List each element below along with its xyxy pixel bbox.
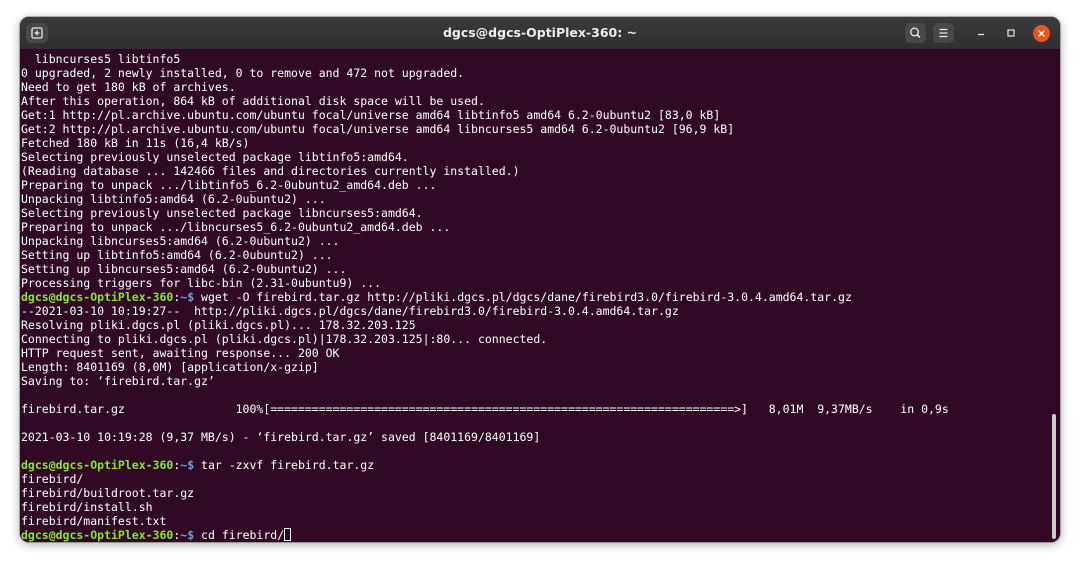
output-text: Unpacking libtinfo5:amd64 (6.2-0ubuntu2)… (21, 192, 326, 206)
output-text: After this operation, 864 kB of addition… (21, 94, 485, 108)
prompt-user-host: dgcs@dgcs-OptiPlex-360 (21, 528, 174, 542)
output-line: libncurses5 libtinfo5 (21, 52, 949, 66)
output-text: Get:2 http://pl.archive.ubuntu.com/ubunt… (21, 122, 735, 136)
output-text: Selecting previously unselected package … (21, 150, 409, 164)
close-button[interactable] (1033, 25, 1050, 42)
output-text: Setting up libncurses5:amd64 (6.2-0ubunt… (21, 262, 347, 276)
output-line: firebird.tar.gz 100%[===================… (21, 402, 949, 416)
output-line: --2021-03-10 10:19:27-- http://pliki.dgc… (21, 304, 949, 318)
search-icon (909, 27, 921, 39)
minimize-icon (978, 33, 984, 36)
command-line: dgcs@dgcs-OptiPlex-360:~$ tar -zxvf fire… (21, 458, 949, 472)
output-line: Saving to: ‘firebird.tar.gz’ (21, 374, 949, 388)
terminal-output-area[interactable]: libncurses5 libtinfo5 0 upgraded, 2 newly… (20, 49, 1060, 542)
output-text: firebird/buildroot.tar.gz (21, 486, 195, 500)
terminal-window: dgcs@dgcs-OptiPlex-360: ~ libncurses5 li… (20, 17, 1060, 542)
output-text: 2021-03-10 10:19:28 (9,37 MB/s) - ‘fireb… (21, 430, 541, 444)
output-text: firebird/install.sh (21, 500, 153, 514)
output-line: Processing triggers for libc-bin (2.31-0… (21, 276, 949, 290)
maximize-button[interactable] (1003, 25, 1019, 41)
output-line: Setting up libtinfo5:amd64 (6.2-0ubuntu2… (21, 248, 949, 262)
output-text: 0 upgraded, 2 newly installed, 0 to remo… (21, 66, 465, 80)
output-line: Unpacking libtinfo5:amd64 (6.2-0ubuntu2)… (21, 192, 949, 206)
command-input[interactable]: cd firebird/ (194, 528, 284, 542)
output-line: Setting up libncurses5:amd64 (6.2-0ubunt… (21, 262, 949, 276)
output-line: Preparing to unpack .../libtinfo5_6.2-0u… (21, 178, 949, 192)
hamburger-menu-icon (939, 28, 948, 38)
output-text: Resolving pliki.dgcs.pl (pliki.dgcs.pl).… (21, 318, 416, 332)
command-line: dgcs@dgcs-OptiPlex-360:~$ wget -O firebi… (21, 290, 949, 304)
command-text: wget -O firebird.tar.gz http://pliki.dgc… (194, 290, 852, 304)
output-text: Selecting previously unselected package … (21, 206, 423, 220)
menu-button[interactable] (933, 23, 954, 43)
prompt-user-host: dgcs@dgcs-OptiPlex-360 (21, 290, 174, 304)
output-line: Fetched 180 kB in 11s (16,4 kB/s) (21, 136, 949, 150)
title-bar[interactable]: dgcs@dgcs-OptiPlex-360: ~ (20, 17, 1060, 50)
output-line: firebird/manifest.txt (21, 514, 949, 528)
output-line: Unpacking libncurses5:amd64 (6.2-0ubuntu… (21, 234, 949, 248)
text-cursor (284, 528, 292, 541)
output-line: 2021-03-10 10:19:28 (9,37 MB/s) - ‘fireb… (21, 430, 949, 444)
terminal-lines: libncurses5 libtinfo5 0 upgraded, 2 newly… (21, 52, 949, 542)
output-line: Get:1 http://pl.archive.ubuntu.com/ubunt… (21, 108, 949, 122)
output-line: firebird/ (21, 472, 949, 486)
output-text: firebird/ (21, 472, 84, 486)
output-text: Need to get 180 kB of archives. (21, 80, 236, 94)
output-line: Selecting previously unselected package … (21, 150, 949, 164)
minimize-button[interactable] (973, 25, 989, 41)
output-line: Preparing to unpack .../libncurses5_6.2-… (21, 220, 949, 234)
output-line: firebird/install.sh (21, 500, 949, 514)
new-tab-button[interactable] (26, 23, 48, 43)
output-line: Resolving pliki.dgcs.pl (pliki.dgcs.pl).… (21, 318, 949, 332)
output-text: Get:1 http://pl.archive.ubuntu.com/ubunt… (21, 108, 721, 122)
output-text: Length: 8401169 (8,0M) [application/x-gz… (21, 360, 319, 374)
output-text: firebird.tar.gz 100%[===================… (21, 402, 949, 416)
output-line: firebird/buildroot.tar.gz (21, 486, 949, 500)
output-text: --2021-03-10 10:19:27-- http://pliki.dgc… (21, 304, 679, 318)
output-text: Fetched 180 kB in 11s (16,4 kB/s) (21, 136, 250, 150)
prompt-path: ~$ (180, 458, 195, 472)
prompt-path: ~$ (180, 528, 195, 542)
output-line: (Reading database ... 142466 files and d… (21, 164, 949, 178)
output-text: libncurses5 libtinfo5 (21, 52, 181, 66)
output-text: HTTP request sent, awaiting response... … (21, 346, 340, 360)
prompt-user-host: dgcs@dgcs-OptiPlex-360 (21, 458, 174, 472)
output-text: Unpacking libncurses5:amd64 (6.2-0ubuntu… (21, 234, 340, 248)
output-text: Connecting to pliki.dgcs.pl (pliki.dgcs.… (21, 332, 548, 346)
new-tab-icon (31, 27, 43, 39)
window-title: dgcs@dgcs-OptiPlex-360: ~ (442, 25, 638, 40)
maximize-icon (1007, 29, 1015, 37)
output-text: firebird/manifest.txt (21, 514, 167, 528)
output-text: Processing triggers for libc-bin (2.31-0… (21, 276, 382, 290)
output-line: Get:2 http://pl.archive.ubuntu.com/ubunt… (21, 122, 949, 136)
output-line: After this operation, 864 kB of addition… (21, 94, 949, 108)
output-text: (Reading database ... 142466 files and d… (21, 164, 520, 178)
output-line: Connecting to pliki.dgcs.pl (pliki.dgcs.… (21, 332, 949, 346)
output-text: Saving to: ‘firebird.tar.gz’ (21, 374, 215, 388)
output-text: Preparing to unpack .../libtinfo5_6.2-0u… (21, 178, 437, 192)
output-line: Need to get 180 kB of archives. (21, 80, 949, 94)
close-icon (1037, 29, 1046, 38)
output-text: Setting up libtinfo5:amd64 (6.2-0ubuntu2… (21, 248, 333, 262)
output-line: HTTP request sent, awaiting response... … (21, 346, 949, 360)
command-text: tar -zxvf firebird.tar.gz (194, 458, 375, 472)
output-line: Length: 8401169 (8,0M) [application/x-gz… (21, 360, 949, 374)
scrollbar[interactable] (1052, 414, 1056, 539)
prompt-path: ~$ (180, 290, 195, 304)
output-line: Selecting previously unselected package … (21, 206, 949, 220)
output-line: 0 upgraded, 2 newly installed, 0 to remo… (21, 66, 949, 80)
search-button[interactable] (905, 23, 926, 43)
output-text: Preparing to unpack .../libncurses5_6.2-… (21, 220, 451, 234)
active-prompt-line: dgcs@dgcs-OptiPlex-360:~$ cd firebird/ (21, 528, 949, 542)
